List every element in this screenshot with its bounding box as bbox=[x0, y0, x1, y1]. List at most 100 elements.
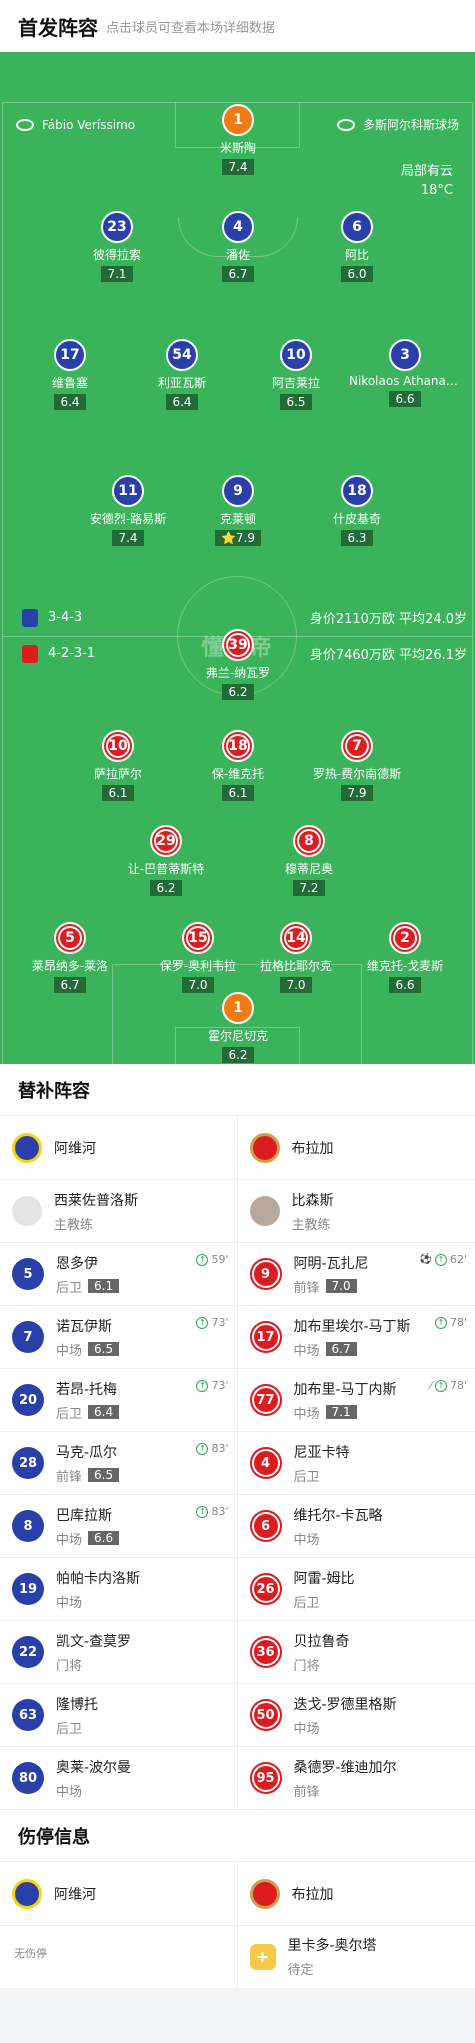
player-number: 17 bbox=[54, 339, 86, 371]
player-rating: 6.4 bbox=[54, 394, 86, 410]
away-injury-team[interactable]: 布拉加 bbox=[237, 1862, 475, 1926]
sub-rating: 7.0 bbox=[325, 1279, 357, 1293]
sub-info: 隆博托 后卫 bbox=[56, 1694, 98, 1737]
sub-player-row[interactable]: 28 马克-瓜尔 前锋 6.5 ↑ 83' bbox=[0, 1432, 237, 1495]
player-rating: 6.0 bbox=[341, 266, 373, 282]
player-name: 让-巴普蒂斯特 bbox=[127, 862, 205, 876]
home-formation-row: 3-4-3 身价2110万欧 平均24.0岁 bbox=[22, 608, 467, 627]
sub-player-row[interactable]: 50 迭戈-罗德里格斯 中场 bbox=[237, 1684, 475, 1747]
player-number: 2 bbox=[389, 922, 421, 954]
sub-number: 28 bbox=[12, 1447, 44, 1479]
sub-player-row[interactable]: 77 加布里-马丁内斯 中场 7.1 ⁄ ↑ 78' bbox=[237, 1369, 475, 1432]
player-name: 莱昂纳多-莱洛 bbox=[31, 959, 109, 973]
player-marker[interactable]: 17 维鲁塞 6.4 bbox=[15, 339, 125, 410]
sub-name: 阿明-瓦扎尼 bbox=[293, 1255, 369, 1272]
player-marker[interactable]: 23 彼得拉索 7.1 bbox=[62, 211, 172, 282]
player-rating: 6.6 bbox=[389, 391, 421, 407]
player-rating: 6.1 bbox=[102, 785, 134, 801]
sub-player-row[interactable]: 26 阿雷-姆比 后卫 bbox=[237, 1558, 475, 1621]
sub-player-row[interactable]: 20 若昂-托梅 后卫 6.4 ↑ 73' bbox=[0, 1369, 237, 1432]
sub-event: ↑ 73' bbox=[196, 1316, 229, 1329]
player-marker[interactable]: 14 拉格比耶尔克 7.0 bbox=[241, 922, 351, 993]
sub-position: 中场 6.5 bbox=[56, 1340, 120, 1359]
sub-player-row[interactable]: 8 巴库拉斯 中场 6.6 ↑ 83' bbox=[0, 1495, 237, 1558]
home-team-row[interactable]: 阿维河 bbox=[0, 1116, 237, 1180]
sub-number: 20 bbox=[12, 1384, 44, 1416]
home-formation: 3-4-3 bbox=[48, 610, 83, 625]
player-rating: 7.4 bbox=[112, 530, 144, 546]
referee: Fábio Veríssimo bbox=[16, 116, 135, 133]
sub-position-label: 中场 bbox=[293, 1406, 320, 1422]
sub-info: 加布里埃尔-马丁斯 中场 6.7 bbox=[294, 1316, 411, 1359]
player-marker[interactable]: 5 莱昂纳多-莱洛 6.7 bbox=[15, 922, 125, 993]
player-rating: 7.9 bbox=[341, 785, 373, 801]
medical-kit-icon: + bbox=[249, 1943, 276, 1970]
player-marker[interactable]: 39 弗兰-纳瓦罗 6.2 bbox=[183, 629, 293, 700]
player-marker[interactable]: 2 维克托-戈麦斯 6.6 bbox=[350, 922, 460, 993]
sub-position-label: 后卫 bbox=[56, 1280, 83, 1296]
home-coach-name: 西莱佐普洛斯 bbox=[54, 1192, 138, 1209]
home-coach-row[interactable]: 西莱佐普洛斯 主教练 bbox=[0, 1180, 237, 1243]
sub-position-label: 后卫 bbox=[293, 1469, 320, 1485]
player-marker[interactable]: 29 让-巴普蒂斯特 6.2 bbox=[111, 825, 221, 896]
player-marker[interactable]: 10 阿吉莱拉 6.5 bbox=[241, 339, 351, 410]
player-marker[interactable]: 1 霍尔尼切克 6.2 bbox=[183, 992, 293, 1063]
player-marker[interactable]: 18 保-维克托 6.1 bbox=[183, 730, 293, 801]
player-marker[interactable]: 8 穆蒂尼奥 7.2 bbox=[254, 825, 364, 896]
sub-number: 22 bbox=[12, 1636, 44, 1668]
player-marker[interactable]: 18 什皮基奇 6.3 bbox=[302, 475, 412, 546]
sub-position: 前锋 6.5 bbox=[56, 1466, 120, 1485]
sub-player-row[interactable]: 9 阿明-瓦扎尼 前锋 7.0 ⚽ ↑ 62' bbox=[237, 1243, 475, 1306]
player-marker[interactable]: 54 利亚瓦斯 6.4 bbox=[127, 339, 237, 410]
sub-player-row[interactable]: 6 维托尔-卡瓦略 中场 bbox=[237, 1495, 475, 1558]
player-marker[interactable]: 10 萨拉萨尔 6.1 bbox=[63, 730, 173, 801]
sub-info: 尼亚卡特 后卫 bbox=[294, 1442, 350, 1485]
player-marker[interactable]: 11 安德烈-路易斯 7.4 bbox=[73, 475, 183, 546]
sub-player-row[interactable]: 80 奥莱-波尔曼 中场 bbox=[0, 1747, 237, 1810]
player-rating: 6.2 bbox=[222, 684, 254, 700]
player-marker[interactable]: 9 克莱顿 ⭐7.9 bbox=[183, 475, 293, 546]
sub-info: 加布里-马丁内斯 中场 7.1 bbox=[294, 1379, 397, 1422]
away-coach-row[interactable]: 比森斯 主教练 bbox=[237, 1180, 475, 1243]
away-team-row[interactable]: 布拉加 bbox=[237, 1116, 475, 1180]
sub-on-icon: ↑ bbox=[196, 1505, 209, 1518]
player-number: 4 bbox=[222, 211, 254, 243]
home-crest-icon bbox=[12, 1132, 42, 1163]
player-marker[interactable]: 6 阿比 6.0 bbox=[302, 211, 412, 282]
player-rating: 6.2 bbox=[150, 880, 182, 896]
sub-position-label: 中场 bbox=[56, 1784, 83, 1800]
injured-player-row[interactable]: + 里卡多-奥尔塔 待定 bbox=[238, 1925, 475, 1988]
weather-text: 局部有云 bbox=[400, 164, 453, 179]
sub-player-row[interactable]: 19 帕帕卡内洛斯 中场 bbox=[0, 1558, 237, 1621]
player-rating: 7.0 bbox=[280, 977, 312, 993]
sub-player-row[interactable]: 4 尼亚卡特 后卫 bbox=[237, 1432, 475, 1495]
sub-name: 维托尔-卡瓦略 bbox=[293, 1507, 383, 1524]
lineup-header: 首发阵容 点击球员可查看本场详细数据 bbox=[0, 0, 475, 52]
sub-minute: 62' bbox=[449, 1253, 467, 1266]
player-marker[interactable]: 3 Nikolaos Athanasiou 6.6 bbox=[349, 339, 461, 407]
sub-player-row[interactable]: 5 恩多伊 后卫 6.1 ↑ 59' bbox=[0, 1243, 237, 1306]
weather: 局部有云 18°C bbox=[401, 162, 453, 200]
player-marker[interactable]: 1 米斯陶 7.4 bbox=[183, 104, 293, 175]
player-marker[interactable]: 4 潘佐 6.7 bbox=[183, 211, 293, 282]
player-name: 拉格比耶尔克 bbox=[259, 959, 332, 973]
sub-name: 凯文-查莫罗 bbox=[56, 1633, 132, 1650]
sub-player-row[interactable]: 63 隆博托 后卫 bbox=[0, 1684, 237, 1747]
sub-player-row[interactable]: 36 贝拉鲁奇 门将 bbox=[237, 1621, 475, 1684]
sub-position-label: 门将 bbox=[293, 1658, 320, 1674]
sub-player-row[interactable]: 7 诺瓦伊斯 中场 6.5 ↑ 73' bbox=[0, 1306, 237, 1369]
away-crest-icon bbox=[249, 1132, 280, 1163]
sub-event: ↑ 78' bbox=[434, 1316, 467, 1329]
sub-event: ↑ 83' bbox=[196, 1442, 229, 1455]
sub-player-row[interactable]: 95 桑德罗-维迪加尔 前锋 bbox=[237, 1747, 475, 1810]
coach-avatar-icon bbox=[249, 1196, 280, 1226]
player-number: 6 bbox=[341, 211, 373, 243]
sub-player-row[interactable]: 22 凯文-查莫罗 门将 bbox=[0, 1621, 237, 1684]
temperature: 18°C bbox=[420, 183, 453, 198]
player-number: 39 bbox=[222, 629, 254, 661]
player-marker[interactable]: 7 罗热-费尔南德斯 7.9 bbox=[302, 730, 412, 801]
home-injury-team[interactable]: 阿维河 bbox=[0, 1862, 237, 1926]
sub-number: 63 bbox=[12, 1699, 44, 1731]
player-marker[interactable]: 15 保罗-奥利韦拉 7.0 bbox=[143, 922, 253, 993]
sub-player-row[interactable]: 17 加布里埃尔-马丁斯 中场 6.7 ↑ 78' bbox=[237, 1306, 475, 1369]
